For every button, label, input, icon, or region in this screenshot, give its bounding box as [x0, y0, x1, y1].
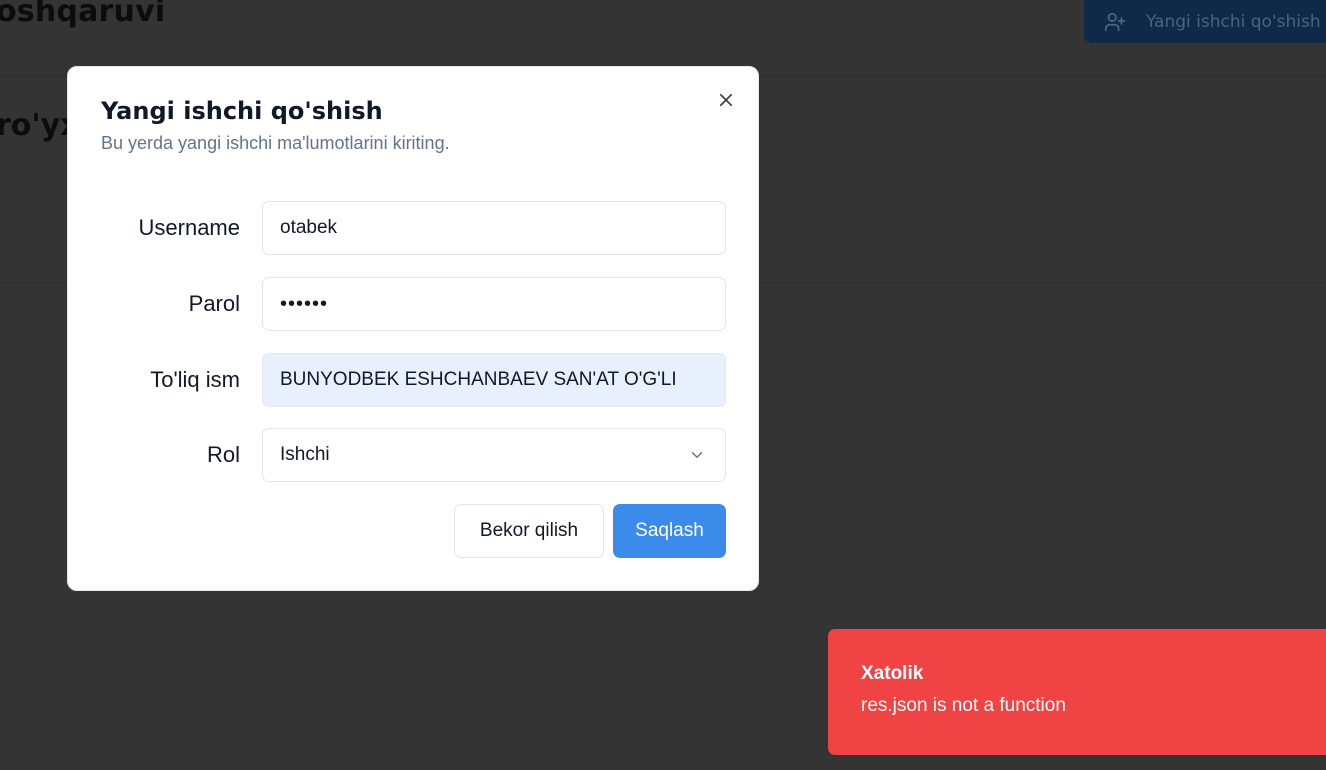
dialog-title: Yangi ishchi qo'shish [101, 97, 383, 125]
full-name-row: To'liq ism [68, 353, 758, 407]
save-button[interactable]: Saqlash [613, 504, 726, 558]
full-name-field[interactable] [262, 353, 726, 407]
cancel-button[interactable]: Bekor qilish [454, 504, 604, 558]
role-selected-value: Ishchi [280, 444, 330, 465]
add-employee-dialog: Yangi ishchi qo'shish Bu yerda yangi ish… [67, 66, 759, 591]
role-label: Rol [206, 442, 240, 467]
chevron-down-icon [688, 446, 706, 464]
role-row: Rol Ishchi [68, 428, 758, 482]
password-field[interactable] [262, 277, 726, 331]
add-employee-label: Yangi ishchi qo'shish [1146, 11, 1321, 32]
user-plus-icon [1104, 11, 1126, 33]
close-button[interactable] [715, 89, 737, 111]
username-field[interactable] [262, 201, 726, 255]
password-row: Parol [68, 277, 758, 331]
toast-message: res.json is not a function [861, 695, 1066, 716]
close-icon [717, 91, 735, 109]
page-title: oshqaruvi [0, 0, 166, 29]
password-label: Parol [188, 291, 240, 316]
toast-title: Xatolik [861, 663, 924, 684]
username-row: Username [68, 201, 758, 255]
role-select[interactable]: Ishchi [262, 428, 726, 482]
error-toast[interactable]: Xatolik res.json is not a function [828, 629, 1326, 755]
username-label: Username [138, 215, 240, 240]
dialog-subtitle: Bu yerda yangi ishchi ma'lumotlarini kir… [101, 133, 450, 153]
add-employee-button[interactable]: Yangi ishchi qo'shish [1084, 0, 1326, 43]
full-name-label: To'liq ism [150, 367, 240, 392]
